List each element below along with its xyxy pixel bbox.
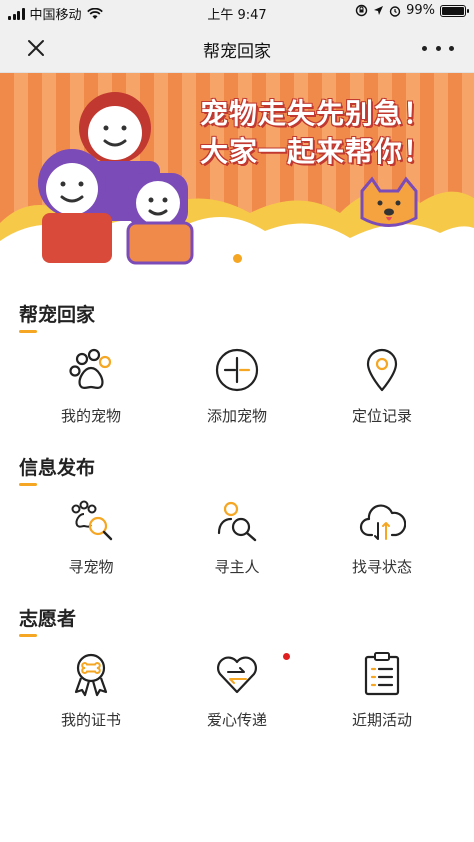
recent-activities-button[interactable]: 近期活动 [312, 650, 452, 730]
recent-activities-label: 近期活动 [351, 711, 412, 729]
orientation-lock-icon [355, 4, 368, 17]
banner-text: 宠物走失先别急！ 大家一起来帮你！ [200, 95, 432, 171]
section-underline [19, 634, 37, 637]
location-records-label: 定位记录 [351, 407, 412, 425]
paw-icon [69, 348, 112, 389]
nav-bar: 帮宠回家 [0, 24, 474, 73]
find-owner-button[interactable]: 寻主人 [167, 497, 307, 577]
location-records-button[interactable]: 定位记录 [312, 346, 452, 426]
find-pet-label: 寻宠物 [68, 558, 114, 576]
add-pet-button[interactable]: 添加宠物 [167, 346, 307, 426]
more-icon[interactable] [422, 36, 454, 60]
status-right: 99% [355, 3, 469, 18]
love-transfer-button[interactable]: 爱心传递 [167, 650, 307, 730]
add-pet-icon [215, 348, 259, 392]
location-arrow-icon [374, 6, 384, 15]
section-underline [19, 330, 37, 333]
my-pets-button[interactable]: 我的宠物 [21, 346, 161, 426]
section-title-info-publish: 信息发布 [19, 457, 96, 479]
search-pet-icon [71, 500, 113, 541]
add-pet-label: 添加宠物 [206, 407, 267, 425]
search-owner-icon [217, 501, 257, 542]
battery-icon [440, 4, 469, 17]
my-certificate-button[interactable]: 我的证书 [21, 650, 161, 730]
banner[interactable]: 宠物走失先别急！ 大家一起来帮你！ [0, 73, 474, 270]
clipboard-list-icon [364, 652, 400, 696]
battery-percent: 99% [406, 3, 435, 18]
my-certificate-label: 我的证书 [60, 711, 121, 729]
search-status-label: 找寻状态 [351, 558, 412, 576]
certificate-icon [74, 653, 108, 697]
alarm-icon [389, 5, 401, 17]
carousel-indicator[interactable] [233, 254, 242, 263]
page-title: 帮宠回家 [203, 42, 271, 62]
love-transfer-label: 爱心传递 [206, 711, 267, 729]
section-title-pet-home: 帮宠回家 [19, 304, 96, 326]
find-owner-label: 寻主人 [214, 558, 260, 576]
my-pets-label: 我的宠物 [60, 407, 121, 425]
location-pin-icon [366, 348, 398, 392]
banner-line-2: 大家一起来帮你！ [200, 135, 433, 168]
banner-line-1: 宠物走失先别急！ [200, 97, 433, 130]
section-underline [19, 483, 37, 486]
heart-transfer-icon [217, 656, 257, 694]
find-pet-button[interactable]: 寻宠物 [21, 497, 161, 577]
notification-badge [283, 653, 290, 660]
search-status-button[interactable]: 找寻状态 [312, 497, 452, 577]
status-bar: 中国移动 上午 9:47 99% [0, 0, 474, 24]
cloud-sync-icon [359, 504, 406, 540]
section-title-volunteer: 志愿者 [19, 608, 77, 630]
